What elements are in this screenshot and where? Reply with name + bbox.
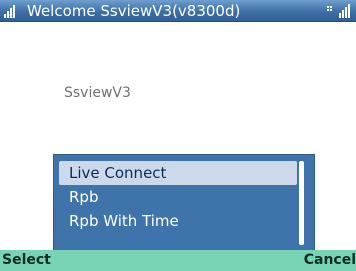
select-softkey[interactable]: Select xyxy=(2,250,51,271)
options-menu[interactable]: Live Connect Rpb Rpb With Time xyxy=(53,154,315,250)
cancel-softkey[interactable]: Cancel xyxy=(304,250,356,271)
menu-scrollbar[interactable] xyxy=(299,161,304,245)
status-bar: 3G Welcome SsviewV3(v8300d) xyxy=(0,0,356,22)
signal-strength-icon: 3G xyxy=(4,5,15,19)
softkey-bar: Select Cancel xyxy=(0,250,356,271)
menu-item-live-connect[interactable]: Live Connect xyxy=(59,161,297,185)
network-type-label: 3G xyxy=(8,14,15,19)
menu-item-rpb-with-time[interactable]: Rpb With Time xyxy=(59,209,297,233)
battery-icon xyxy=(327,4,350,18)
window-title: Welcome SsviewV3(v8300d) xyxy=(27,2,241,20)
app-name-label: SsviewV3 xyxy=(64,85,131,101)
menu-item-rpb[interactable]: Rpb xyxy=(59,185,297,209)
